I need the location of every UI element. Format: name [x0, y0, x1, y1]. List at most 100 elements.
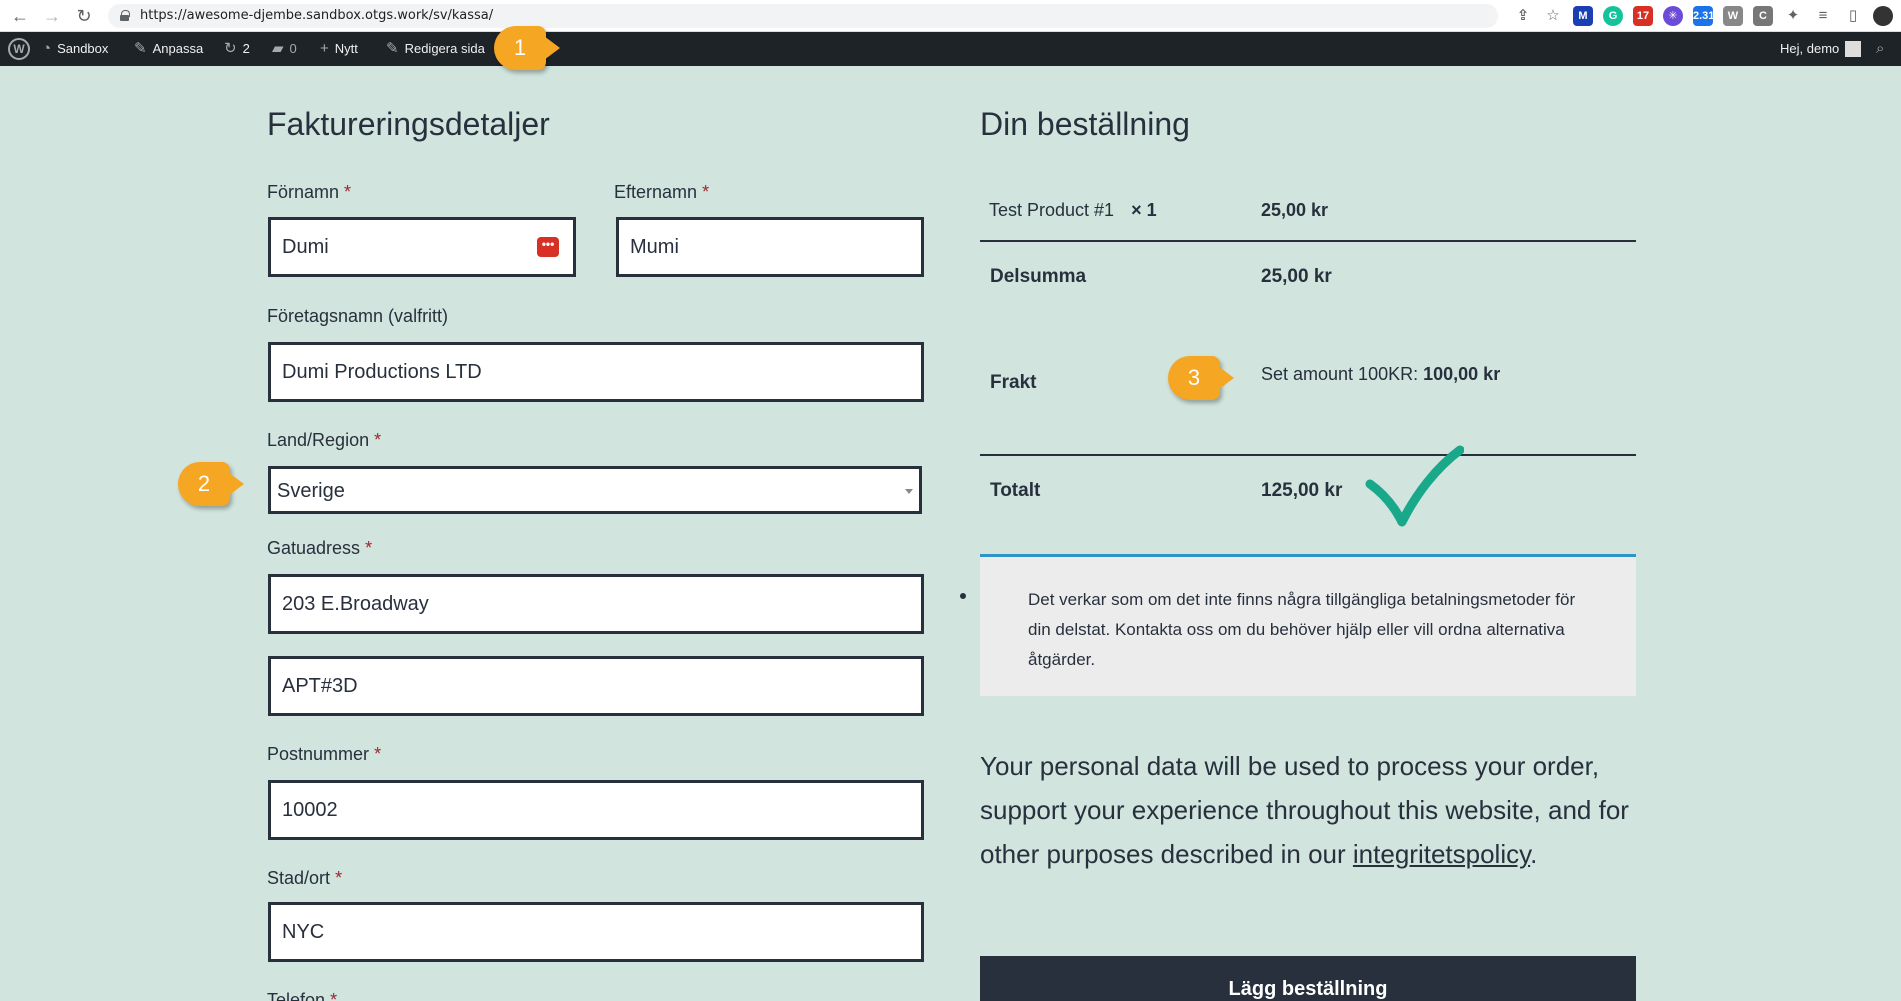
postcode-label-text: Postnummer: [267, 744, 370, 764]
shipping-method-name: Set amount 100KR:: [1261, 364, 1419, 384]
checkmark-icon: [1365, 445, 1464, 527]
adminbar-customize[interactable]: ✎ Anpassa: [134, 32, 203, 66]
required-mark: *: [374, 744, 382, 764]
payment-notice-text: Det verkar som om det inte finns några t…: [1028, 590, 1576, 669]
shipping-method: Set amount 100KR: 100,00 kr: [1261, 364, 1500, 385]
adminbar-search-icon[interactable]: ⌕: [1876, 32, 1884, 66]
street-address-1-input[interactable]: 203 E.Broadway: [268, 574, 924, 634]
share-icon[interactable]: ⇪: [1513, 6, 1533, 26]
company-input[interactable]: Dumi Productions LTD: [268, 342, 924, 402]
lock-icon: [120, 10, 130, 21]
adminbar-account[interactable]: Hej, demo: [1780, 32, 1862, 66]
extension-icons: ⇪ ☆ M G 17 ✳ 2.31 W C ✦ ≡ ▯: [1513, 6, 1893, 26]
dashboard-icon: ◔: [42, 40, 52, 57]
street-address-2-value: APT#3D: [282, 675, 358, 697]
privacy-end: .: [1530, 839, 1538, 869]
street-label-text: Gatuadress: [267, 538, 361, 558]
dropdown-arrow-icon: [905, 489, 913, 494]
place-order-button[interactable]: Lägg beställning: [980, 956, 1636, 1001]
calendar-extension-icon[interactable]: 17: [1633, 6, 1653, 26]
grammarly-extension-icon[interactable]: G: [1603, 6, 1623, 26]
bookmark-star-icon[interactable]: ☆: [1543, 6, 1563, 26]
adminbar-customize-label: Anpassa: [152, 41, 204, 56]
adminbar-new-label: Nytt: [334, 41, 358, 56]
reading-list-icon[interactable]: ≡: [1813, 6, 1833, 26]
last-name-label-text: Efternamn: [614, 182, 698, 202]
address-bar[interactable]: https://awesome-djembe.sandbox.otgs.work…: [108, 4, 1498, 28]
country-label-text: Land/Region: [267, 430, 370, 450]
adminbar-comments[interactable]: ▰ 0: [272, 32, 297, 66]
adminbar-comments-count: 0: [289, 41, 297, 56]
adminbar-updates[interactable]: ↻ 2: [224, 32, 250, 66]
company-label: Företagsnamn (valfritt): [267, 306, 449, 326]
annotation-badge-1: 1: [494, 26, 560, 70]
adminbar-updates-count: 2: [242, 41, 250, 56]
reload-icon[interactable]: ↻: [72, 4, 96, 28]
back-arrow-icon[interactable]: ←: [8, 4, 32, 28]
last-name-input[interactable]: Mumi: [616, 217, 924, 277]
list-bullet: [960, 593, 966, 599]
shipping-cost: 100,00 kr: [1423, 364, 1501, 384]
pencil-icon: ✎: [386, 40, 399, 57]
password-manager-icon[interactable]: •••: [537, 237, 559, 257]
product-total: 25,00 kr: [1261, 200, 1329, 220]
c-extension-icon[interactable]: C: [1753, 6, 1773, 26]
company-value: Dumi Productions LTD: [282, 361, 482, 383]
city-label: Stad/ort *: [267, 868, 342, 889]
required-mark: *: [344, 182, 352, 202]
side-panel-icon[interactable]: ▯: [1843, 6, 1863, 26]
wordpress-logo-icon[interactable]: W: [8, 38, 30, 60]
profile-avatar[interactable]: [1873, 6, 1893, 26]
privacy-notice: Your personal data will be used to proce…: [980, 744, 1636, 876]
first-name-value: Dumi: [282, 236, 329, 258]
malwarebytes-extension-icon[interactable]: M: [1573, 6, 1593, 26]
postcode-input[interactable]: 10002: [268, 780, 924, 840]
required-mark: *: [335, 868, 343, 888]
brush-icon: ✎: [134, 40, 147, 57]
forward-arrow-icon[interactable]: →: [40, 4, 64, 28]
order-divider: [980, 240, 1636, 242]
wp-admin-bar: W ◔ Sandbox ✎ Anpassa ↻ 2 ▰ 0 + Nytt ✎ R…: [0, 32, 1901, 66]
adminbar-greeting: Hej, demo: [1780, 41, 1840, 56]
browser-toolbar: ← → ↻ https://awesome-djembe.sandbox.otg…: [0, 0, 1901, 32]
product-quantity: × 1: [1131, 200, 1157, 220]
asterisk-extension-icon[interactable]: ✳: [1663, 6, 1683, 26]
privacy-policy-link[interactable]: integritetspolicy: [1353, 839, 1530, 869]
adminbar-new[interactable]: + Nytt: [320, 32, 358, 66]
country-label: Land/Region *: [267, 430, 381, 451]
subtotal-value: 25,00 kr: [1261, 266, 1332, 287]
product-row: Test Product #1 × 1: [989, 200, 1157, 221]
street-label: Gatuadress *: [267, 538, 372, 559]
user-avatar: [1845, 41, 1862, 57]
plus-icon: +: [320, 40, 329, 57]
adminbar-site-label: Sandbox: [57, 41, 109, 56]
w-extension-icon[interactable]: W: [1723, 6, 1743, 26]
country-value: Sverige: [277, 480, 345, 502]
total-label: Totalt: [990, 480, 1041, 501]
subtotal-label: Delsumma: [990, 266, 1087, 287]
annotation-badge-2: 2: [178, 462, 244, 506]
annotation-badge-3: 3: [1168, 356, 1234, 400]
order-title: Din beställning: [980, 106, 1190, 142]
adminbar-edit-page[interactable]: ✎ Redigera sida: [386, 32, 485, 66]
last-name-label: Efternamn *: [614, 182, 709, 203]
city-input[interactable]: NYC: [268, 902, 924, 962]
first-name-input[interactable]: Dumi •••: [268, 217, 576, 277]
adminbar-site[interactable]: ◔ Sandbox: [42, 32, 108, 66]
country-select[interactable]: Sverige: [268, 466, 922, 514]
postcode-value: 10002: [282, 799, 338, 821]
updates-icon: ↻: [224, 40, 237, 57]
required-mark: *: [702, 182, 710, 202]
postcode-label: Postnummer *: [267, 744, 381, 765]
adminbar-edit-label: Redigera sida: [404, 41, 485, 56]
billing-title: Faktureringsdetaljer: [267, 106, 550, 142]
street-address-2-input[interactable]: APT#3D: [268, 656, 924, 716]
search-icon: ⌕: [1876, 40, 1885, 57]
puzzle-extensions-icon[interactable]: ✦: [1783, 6, 1803, 26]
badge-extension-icon[interactable]: 2.31: [1693, 6, 1714, 26]
url-text[interactable]: https://awesome-djembe.sandbox.otgs.work…: [140, 8, 493, 23]
first-name-label-text: Förnamn: [267, 182, 340, 202]
product-name: Test Product #1: [989, 200, 1115, 220]
street-address-1-value: 203 E.Broadway: [282, 593, 429, 615]
first-name-label: Förnamn *: [267, 182, 351, 203]
